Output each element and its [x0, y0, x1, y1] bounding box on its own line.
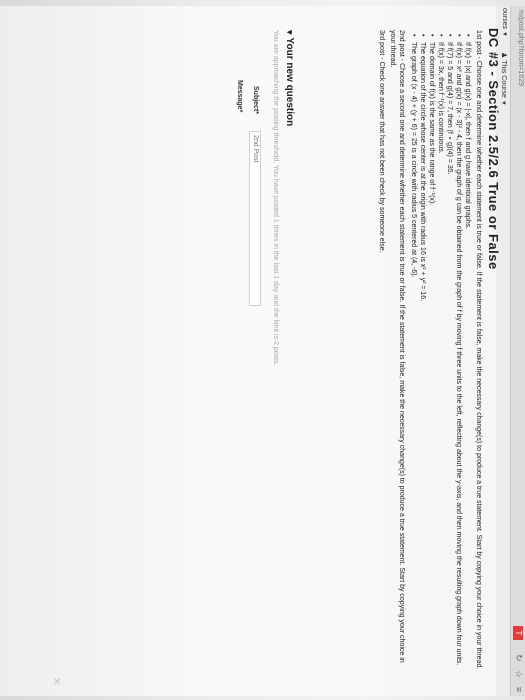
close-icon[interactable]: ✕: [50, 677, 63, 686]
list-item: If f(7) = 5 and g(4) = 7, then (f ∘ g)(4…: [445, 42, 454, 670]
list-item: The equation of the circle whose center …: [418, 42, 427, 670]
menu-icon[interactable]: ≡: [514, 687, 524, 692]
list-item: If f(x) = 3x, then f⁻¹(x) is continuous.: [436, 42, 445, 670]
forum-page: m/post.php?forum=1629 ↻ ☆ ≡ T ourses▼ ♟ …: [0, 6, 525, 696]
list-item: The graph of (x - 4) + (y + 6) = 25 is a…: [409, 42, 418, 670]
address-bar[interactable]: m/post.php?forum=1629: [517, 10, 524, 86]
subject-label: Subject*: [252, 86, 259, 115]
post2-instructions: 2nd post - Choose a second one and deter…: [389, 30, 405, 663]
reload-icon[interactable]: ↻: [514, 654, 524, 662]
new-question-heading: Your new question: [284, 37, 295, 127]
list-item: The domain of f(x) is the same as the ra…: [427, 42, 436, 670]
posting-threshold-notice: You are approaching the posting threshol…: [272, 30, 279, 366]
extension-badge[interactable]: T: [513, 626, 523, 640]
new-question-toggle[interactable]: ▾ Your new question: [284, 30, 295, 126]
nav-courses[interactable]: ourses▼: [501, 8, 508, 37]
screen: m/post.php?forum=1629 ↻ ☆ ≡ T ourses▼ ♟ …: [0, 0, 525, 700]
post1-instructions: 1st post - Choose one and determine whet…: [475, 30, 482, 670]
page-title: DC #3 - Section 2.5/2.6 True or False: [486, 28, 501, 270]
message-label: Message*: [236, 80, 243, 113]
list-item: If f(x) = x² and g(x) = (x - 3)² - 4, th…: [454, 42, 463, 670]
statement-list: If f(x) = |x| and g(x) = |-x|, then f an…: [409, 42, 472, 670]
triangle-down-icon: ▾: [285, 30, 295, 35]
nav-this-course[interactable]: ♟ This Course▼: [500, 52, 508, 106]
user-icon: ♟: [500, 52, 507, 59]
post3-instructions: 3rd post - Check one answer that has not…: [378, 30, 385, 253]
subject-input[interactable]: 2nd Post: [249, 131, 261, 306]
browser-icons: ↻ ☆ ≡: [513, 648, 524, 692]
browser-toolbar: m/post.php?forum=1629 ↻ ☆ ≡: [510, 6, 525, 696]
star-icon[interactable]: ☆: [514, 670, 524, 678]
chevron-down-icon: ▼: [501, 31, 507, 37]
question-body: 1st post - Choose one and determine whet…: [375, 30, 483, 670]
list-item: If f(x) = |x| and g(x) = |-x|, then f an…: [463, 42, 472, 670]
